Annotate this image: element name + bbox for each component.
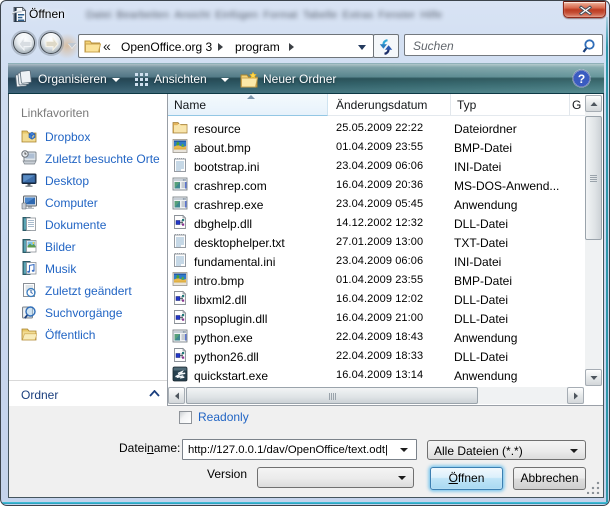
svg-text:?: ?	[578, 72, 585, 86]
